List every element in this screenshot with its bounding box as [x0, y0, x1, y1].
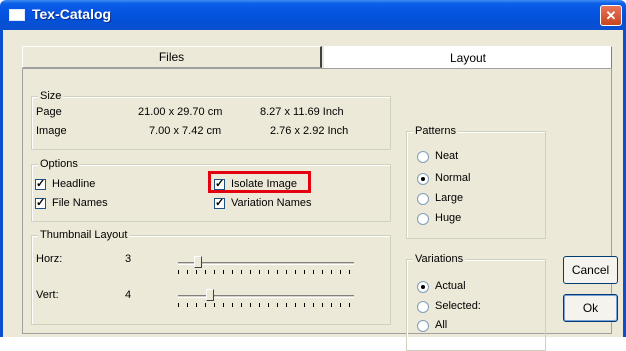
headline-label: Headline	[52, 178, 96, 190]
variation-names-checkbox[interactable]: ✓	[214, 198, 225, 209]
variations-legend: Variations	[413, 253, 466, 265]
window-title: Tex-Catalog	[32, 6, 112, 22]
dialog-body: Files Layout Size Page 21.00 x 29.70 cm …	[0, 30, 626, 351]
cancel-button-label: Cancel	[571, 263, 610, 277]
horz-label: Horz:	[36, 253, 63, 265]
pattern-neat-label: Neat	[435, 150, 459, 162]
image-size-cm: 7.00 x 7.42 cm	[149, 125, 222, 137]
cancel-button[interactable]: Cancel	[563, 256, 618, 284]
ok-button[interactable]: Ok	[563, 294, 618, 322]
variation-selected-radio[interactable]	[417, 301, 429, 313]
variation-all-label: All	[435, 319, 448, 331]
size-group: Size Page 21.00 x 29.70 cm 8.27 x 11.69 …	[31, 90, 391, 150]
vert-value: 4	[125, 289, 132, 301]
variation-selected-label: Selected:	[435, 300, 481, 312]
file-names-checkbox[interactable]: ✓	[35, 198, 46, 209]
tab-layout[interactable]: Layout	[324, 46, 612, 68]
horz-value: 3	[125, 253, 132, 265]
file-names-label: File Names	[52, 197, 108, 209]
image-size-label: Image	[36, 125, 67, 137]
window-icon	[9, 9, 25, 21]
horz-slider-thumb[interactable]	[194, 256, 202, 268]
size-legend: Size	[38, 90, 64, 102]
tab-strip: Files Layout	[22, 46, 612, 68]
page-size-cm: 21.00 x 29.70 cm	[138, 106, 223, 118]
variation-names-label: Variation Names	[231, 197, 312, 209]
tab-files[interactable]: Files	[22, 46, 322, 68]
tab-files-label: Files	[158, 50, 185, 64]
pattern-huge-radio[interactable]	[417, 213, 429, 225]
close-icon: ✕	[605, 7, 617, 23]
variation-actual-label: Actual	[435, 280, 466, 292]
patterns-legend: Patterns	[413, 125, 458, 137]
pattern-normal-radio[interactable]	[417, 173, 429, 185]
horz-slider-ticks	[178, 270, 354, 274]
ok-button-label: Ok	[582, 301, 599, 315]
pattern-neat-radio[interactable]	[417, 151, 429, 163]
layout-panel: Size Page 21.00 x 29.70 cm 8.27 x 11.69 …	[22, 68, 612, 351]
image-size-inch: 2.76 x 2.92 Inch	[270, 125, 349, 137]
options-legend: Options	[38, 158, 80, 170]
thumbnail-layout-group: Thumbnail Layout Horz: 3 Vert: 4	[31, 229, 391, 325]
pattern-large-radio[interactable]	[417, 193, 429, 205]
horz-slider[interactable]	[178, 262, 354, 265]
isolate-image-highlight	[208, 171, 311, 193]
page-size-inch: 8.27 x 11.69 Inch	[260, 106, 344, 118]
title-bar[interactable]: Tex-Catalog ✕	[0, 0, 626, 30]
vert-slider[interactable]	[178, 295, 354, 298]
vert-slider-thumb[interactable]	[206, 289, 214, 301]
variation-all-radio[interactable]	[417, 320, 429, 332]
pattern-huge-label: Huge	[435, 212, 462, 224]
vert-label: Vert:	[36, 289, 59, 301]
close-button[interactable]: ✕	[600, 5, 622, 26]
tab-layout-label: Layout	[449, 50, 487, 65]
check-icon: ✓	[215, 197, 225, 209]
variations-group: Variations Actual Selected: All	[406, 253, 546, 351]
check-icon: ✓	[36, 178, 46, 190]
variation-actual-radio[interactable]	[417, 281, 429, 293]
pattern-large-label: Large	[435, 192, 464, 204]
patterns-group: Patterns Neat Normal Large Huge	[406, 125, 546, 239]
check-icon: ✓	[36, 197, 46, 209]
pattern-normal-label: Normal	[435, 172, 471, 184]
vert-slider-ticks	[178, 303, 354, 307]
page-size-label: Page	[36, 106, 62, 118]
headline-checkbox[interactable]: ✓	[35, 179, 46, 190]
thumbnail-legend: Thumbnail Layout	[38, 229, 130, 241]
